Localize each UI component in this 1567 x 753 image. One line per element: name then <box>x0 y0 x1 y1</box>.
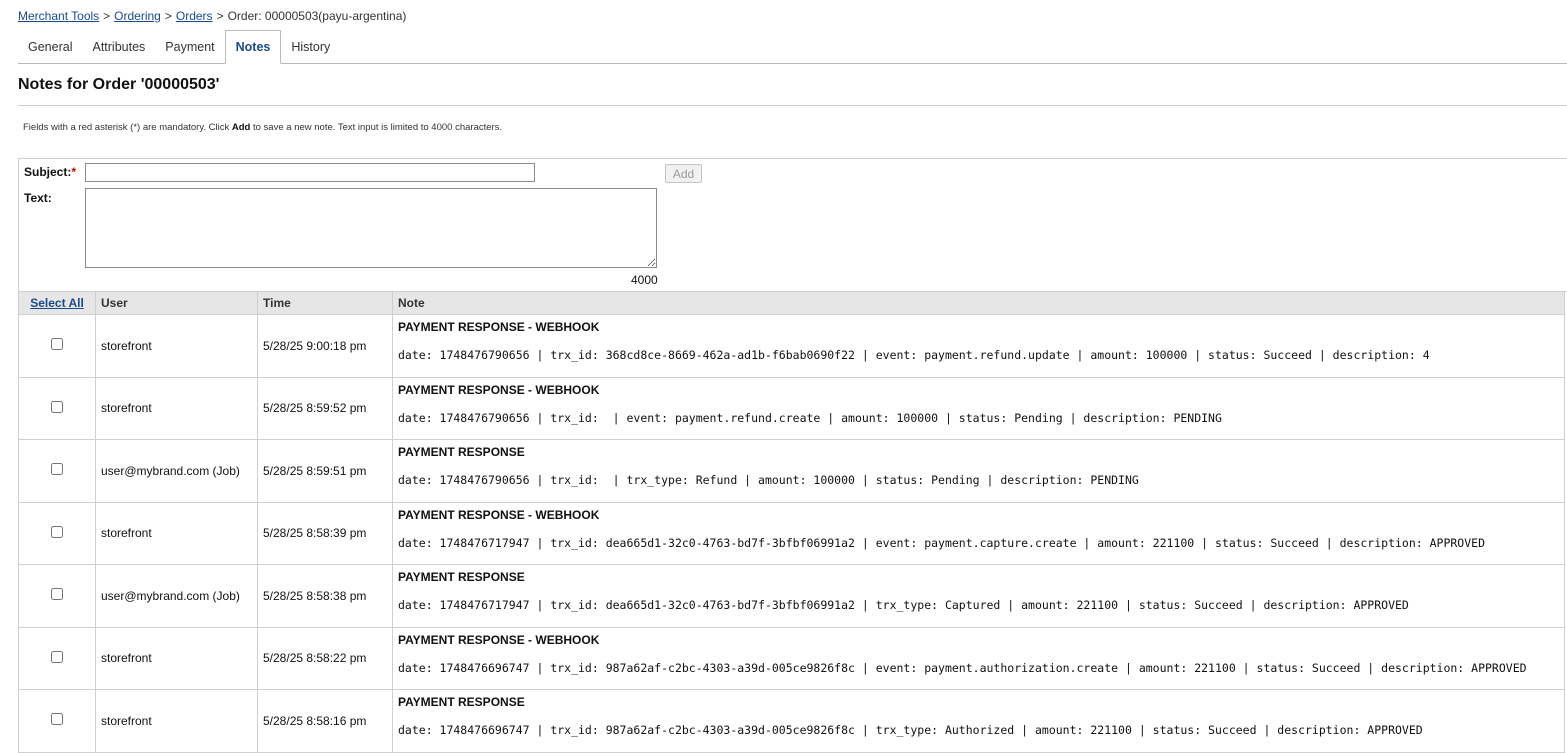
select-all-header: Select All <box>18 291 96 315</box>
row-select-cell <box>18 689 96 753</box>
note-text: date: 1748476790656 | trx_id: | event: p… <box>398 410 1222 425</box>
row-checkbox[interactable] <box>51 525 63 538</box>
form-hint: Fields with a red asterisk (*) are manda… <box>23 122 502 133</box>
note-text: date: 1748476696747 | trx_id: 987a62af-c… <box>398 723 1423 737</box>
note-time: 5/28/25 9:00:18 pm <box>257 314 393 378</box>
note-cell: PAYMENT RESPONSE - WEBHOOK date: 17484766… <box>392 626 1565 690</box>
note-cell: PAYMENT RESPONSE - WEBHOOK date: 17484767… <box>392 376 1565 440</box>
user-column-header: User <box>95 291 258 315</box>
breadcrumb-orders[interactable]: Orders <box>176 9 213 23</box>
row-select-cell <box>18 564 96 628</box>
note-subject: PAYMENT RESPONSE - WEBHOOK <box>398 320 600 334</box>
breadcrumb-separator: > <box>103 9 111 23</box>
row-checkbox[interactable] <box>51 713 63 726</box>
breadcrumb-separator: > <box>216 9 224 23</box>
note-text: date: 1748476717947 | trx_id: dea665d1-3… <box>398 598 1409 612</box>
note-text-area[interactable] <box>85 188 657 268</box>
tab-general[interactable]: General <box>18 30 82 63</box>
subject-label: Subject:* <box>24 165 76 179</box>
title-divider <box>18 105 1567 106</box>
note-subject: PAYMENT RESPONSE - WEBHOOK <box>398 382 600 397</box>
row-checkbox[interactable] <box>51 338 63 351</box>
note-cell: PAYMENT RESPONSE date: 1748476696747 | tr… <box>392 689 1565 753</box>
note-cell: PAYMENT RESPONSE - WEBHOOK date: 17484767… <box>392 501 1565 565</box>
note-time: 5/28/25 8:58:39 pm <box>257 501 393 565</box>
new-note-form: Subject:* Add Text: 4000 <box>18 158 1567 292</box>
table-row: user@mybrand.com (Job) 5/28/25 8:58:38 p… <box>18 564 1565 628</box>
notes-table: Select All User Time Note storefront 5/2… <box>18 291 1565 753</box>
character-counter: 4000 <box>631 273 658 287</box>
note-time: 5/28/25 8:58:16 pm <box>257 689 393 753</box>
breadcrumb-current: Order: 00000503(payu-argentina) <box>227 9 407 23</box>
row-checkbox[interactable] <box>51 650 63 663</box>
breadcrumb: Merchant Tools > Ordering > Orders > Order: 00… <box>18 9 406 23</box>
page-title: Notes for Order '00000503' <box>18 76 220 93</box>
note-subject: PAYMENT RESPONSE <box>398 695 525 709</box>
row-checkbox[interactable] <box>51 588 63 601</box>
subject-input[interactable] <box>85 163 535 182</box>
note-user: storefront <box>95 376 258 440</box>
hint-text-before: Fields with a red asterisk (*) are manda… <box>23 122 232 133</box>
note-text: date: 1748476790656 | trx_id: | trx_type… <box>398 473 1139 487</box>
note-user: user@mybrand.com (Job) <box>95 439 258 503</box>
select-all-link[interactable]: Select All <box>30 296 84 310</box>
tab-attributes[interactable]: Attributes <box>82 30 155 63</box>
note-user: storefront <box>95 626 258 690</box>
note-time: 5/28/25 8:58:38 pm <box>257 564 393 628</box>
text-label: Text: <box>24 191 52 205</box>
table-row: storefront 5/28/25 8:59:52 pm PAYMENT RE… <box>18 376 1565 440</box>
tab-notes[interactable]: Notes <box>224 30 282 64</box>
note-column-header: Note <box>392 291 1565 315</box>
hint-text-after: to save a new note. Text input is limite… <box>250 122 503 133</box>
note-time: 5/28/25 8:59:52 pm <box>257 376 393 440</box>
note-text: date: 1748476717947 | trx_id: dea665d1-3… <box>398 535 1486 550</box>
add-note-button[interactable]: Add <box>665 164 702 183</box>
note-text: date: 1748476790656 | trx_id: 368cd8ce-8… <box>398 348 1430 362</box>
note-subject: PAYMENT RESPONSE - WEBHOOK <box>398 632 600 647</box>
table-header-row: Select All User Time Note <box>18 291 1565 315</box>
note-time: 5/28/25 8:58:22 pm <box>257 626 393 690</box>
note-cell: PAYMENT RESPONSE date: 1748476717947 | tr… <box>392 564 1565 628</box>
table-row: storefront 5/28/25 8:58:22 pm PAYMENT RE… <box>18 626 1565 690</box>
note-subject: PAYMENT RESPONSE <box>398 445 525 459</box>
time-column-header: Time <box>257 291 393 315</box>
note-subject: PAYMENT RESPONSE - WEBHOOK <box>398 507 600 522</box>
row-select-cell <box>18 501 96 565</box>
hint-add-word: Add <box>231 122 251 133</box>
note-user: storefront <box>95 689 258 753</box>
breadcrumb-ordering[interactable]: Ordering <box>114 9 161 23</box>
note-time: 5/28/25 8:59:51 pm <box>257 439 393 503</box>
note-subject: PAYMENT RESPONSE <box>398 570 525 584</box>
breadcrumb-merchant-tools[interactable]: Merchant Tools <box>18 9 99 23</box>
table-row: storefront 5/28/25 8:58:16 pm PAYMENT RE… <box>18 689 1565 753</box>
row-checkbox[interactable] <box>51 463 63 476</box>
note-cell: PAYMENT RESPONSE date: 1748476790656 | tr… <box>392 439 1565 503</box>
tab-bar: General Attributes Payment Notes History <box>18 30 340 64</box>
row-checkbox[interactable] <box>51 400 63 413</box>
subject-label-text: Subject: <box>24 165 72 179</box>
row-select-cell <box>18 439 96 503</box>
required-asterisk: * <box>71 165 77 179</box>
table-row: storefront 5/28/25 8:58:39 pm PAYMENT RE… <box>18 501 1565 565</box>
table-row: storefront 5/28/25 9:00:18 pm PAYMENT RE… <box>18 314 1565 378</box>
breadcrumb-separator: > <box>164 9 172 23</box>
note-user: user@mybrand.com (Job) <box>95 564 258 628</box>
tab-payment[interactable]: Payment <box>155 30 224 63</box>
tab-history[interactable]: History <box>281 30 340 63</box>
row-select-cell <box>18 376 96 440</box>
row-select-cell <box>18 626 96 690</box>
note-user: storefront <box>95 314 258 378</box>
note-text: date: 1748476696747 | trx_id: 987a62af-c… <box>398 660 1527 675</box>
row-select-cell <box>18 314 96 378</box>
note-user: storefront <box>95 501 258 565</box>
note-cell: PAYMENT RESPONSE - WEBHOOK date: 17484767… <box>392 314 1565 378</box>
table-row: user@mybrand.com (Job) 5/28/25 8:59:51 p… <box>18 439 1565 503</box>
